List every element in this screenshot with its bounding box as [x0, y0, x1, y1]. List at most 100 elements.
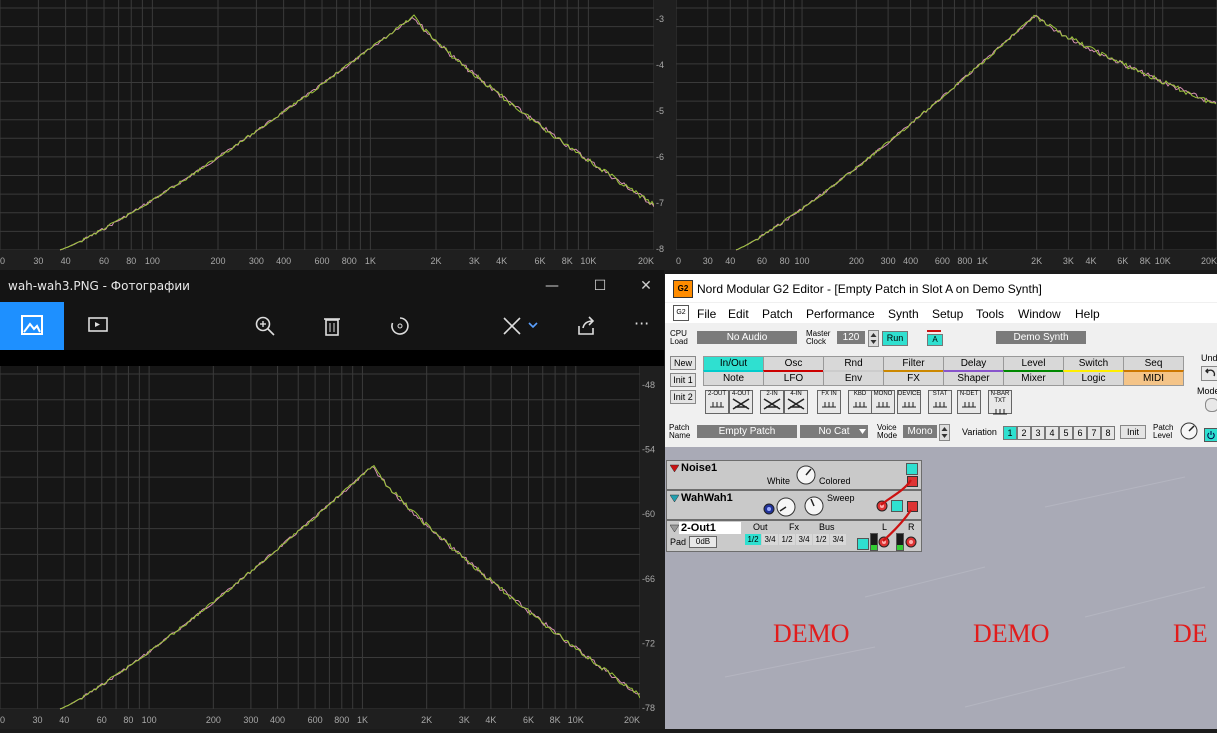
close-button[interactable]: ✕: [636, 276, 656, 296]
module-power-button[interactable]: [891, 500, 903, 512]
module-arrow-icon[interactable]: [670, 524, 679, 533]
clock-stepper[interactable]: [868, 330, 879, 347]
module-button[interactable]: DEVICE: [897, 390, 921, 414]
variation-button[interactable]: 2: [1017, 426, 1031, 440]
clock-value-display[interactable]: 120: [837, 331, 865, 344]
init2-button[interactable]: Init 2: [670, 390, 696, 404]
variation-button[interactable]: 8: [1101, 426, 1115, 440]
patch-canvas[interactable]: Noise1 White Colored WahWah1 Sweep 2-Out…: [665, 447, 1217, 729]
zoom-in-icon[interactable]: [253, 314, 277, 338]
mode-button[interactable]: [1205, 398, 1217, 412]
module-button[interactable]: N-BAR TXT: [988, 390, 1012, 415]
patch-level-label: Patch Level: [1153, 423, 1174, 440]
menu-patch[interactable]: Patch: [762, 307, 793, 321]
destination-button[interactable]: 1/2: [745, 534, 761, 545]
run-button[interactable]: Run: [882, 331, 908, 346]
init-variation-button[interactable]: Init: [1120, 425, 1146, 439]
photos-toolbar: ···: [0, 302, 664, 350]
slideshow-icon[interactable]: [86, 314, 110, 338]
category-tab[interactable]: Mixer: [1003, 370, 1064, 386]
fx-label: Fx: [789, 522, 799, 532]
frequency-tick-label: 2K: [1031, 256, 1042, 266]
destination-button[interactable]: 1/2: [813, 534, 829, 545]
menu-file[interactable]: File: [697, 307, 716, 321]
frequency-tick-label: 600: [314, 256, 329, 266]
more-options-button[interactable]: ···: [634, 314, 649, 333]
minimize-button[interactable]: —: [542, 276, 562, 296]
sweep-input-jack[interactable]: [763, 503, 775, 515]
destination-button[interactable]: 3/4: [830, 534, 846, 545]
module-power-button[interactable]: [906, 463, 918, 475]
patch-level-knob[interactable]: [1179, 421, 1199, 441]
module-button[interactable]: 4-OUT: [729, 390, 753, 414]
g2-system-icon[interactable]: G2: [673, 305, 689, 321]
slot-a-button[interactable]: A: [927, 334, 943, 346]
sweep-mod-knob[interactable]: [775, 496, 797, 518]
variation-button[interactable]: 7: [1087, 426, 1101, 440]
voice-mode-stepper[interactable]: [939, 424, 950, 441]
module-button[interactable]: 4-IN: [784, 390, 808, 414]
frequency-tick-label: 200: [210, 256, 225, 266]
variation-button[interactable]: 6: [1073, 426, 1087, 440]
sweep-knob[interactable]: [803, 495, 825, 517]
category-tab[interactable]: Logic: [1063, 370, 1124, 386]
module-power-button[interactable]: [857, 538, 869, 550]
module-arrow-icon[interactable]: [670, 464, 679, 473]
variation-button[interactable]: 1: [1003, 426, 1017, 440]
delete-icon[interactable]: [320, 314, 344, 338]
view-image-button[interactable]: [0, 302, 64, 350]
edit-draw-icon[interactable]: [500, 314, 524, 338]
new-patch-button[interactable]: New: [670, 356, 696, 370]
patch-power-button[interactable]: [1204, 428, 1217, 442]
menu-edit[interactable]: Edit: [728, 307, 749, 321]
variation-button[interactable]: 5: [1059, 426, 1073, 440]
menu-tools[interactable]: Tools: [976, 307, 1004, 321]
category-tab[interactable]: Note: [703, 370, 764, 386]
category-tab[interactable]: FX: [883, 370, 944, 386]
variation-label: Variation: [962, 427, 997, 437]
init1-button[interactable]: Init 1: [670, 373, 696, 387]
chevron-down-icon[interactable]: [528, 320, 538, 330]
category-tab[interactable]: LFO: [763, 370, 824, 386]
patch-name-display[interactable]: Empty Patch: [697, 425, 797, 438]
category-tab[interactable]: Shaper: [943, 370, 1004, 386]
destination-button[interactable]: 3/4: [796, 534, 812, 545]
module-arrow-icon[interactable]: [670, 494, 679, 503]
pad-selector[interactable]: 0dB: [689, 536, 717, 548]
module-button[interactable]: STAT: [928, 390, 952, 414]
module-button[interactable]: N-DET: [957, 390, 981, 414]
category-tab[interactable]: Env: [823, 370, 884, 386]
variation-button[interactable]: 4: [1045, 426, 1059, 440]
menu-synth[interactable]: Synth: [888, 307, 919, 321]
voice-mode-display[interactable]: Mono: [903, 425, 937, 438]
menu-performance[interactable]: Performance: [806, 307, 875, 321]
module-button[interactable]: FX IN: [817, 390, 841, 414]
module-button[interactable]: 2-IN: [760, 390, 784, 414]
destination-button[interactable]: 1/2: [779, 534, 795, 545]
category-tab[interactable]: MIDI: [1123, 370, 1184, 386]
module-noise1[interactable]: Noise1 White Colored: [666, 460, 922, 490]
share-icon[interactable]: [574, 314, 598, 338]
frequency-tick-label: 300: [249, 256, 264, 266]
output-jack[interactable]: [907, 476, 918, 487]
category-dropdown[interactable]: No Cat: [800, 425, 868, 438]
undo-button[interactable]: [1201, 366, 1217, 381]
module-2-out1[interactable]: 2-Out1 Pad 0dB Out Fx Bus 1/2 3/4 1/2 3/4 1/…: [666, 520, 922, 552]
module-button[interactable]: 2-OUT: [705, 390, 729, 414]
color-knob[interactable]: [795, 464, 817, 486]
module-wahwah1[interactable]: WahWah1 Sweep: [666, 490, 922, 520]
right-input-jack[interactable]: [905, 536, 917, 548]
audio-input-jack[interactable]: [876, 500, 888, 512]
rotate-icon[interactable]: [388, 314, 412, 338]
left-input-jack[interactable]: [878, 536, 890, 548]
module-button[interactable]: KBD: [848, 390, 872, 414]
menu-help[interactable]: Help: [1075, 307, 1100, 321]
menu-window[interactable]: Window: [1018, 307, 1061, 321]
maximize-button[interactable]: ☐: [590, 276, 610, 296]
photo-background: [0, 350, 664, 366]
destination-button[interactable]: 3/4: [762, 534, 778, 545]
module-button[interactable]: MONO: [871, 390, 895, 414]
output-jack[interactable]: [907, 501, 918, 512]
menu-setup[interactable]: Setup: [932, 307, 963, 321]
variation-button[interactable]: 3: [1031, 426, 1045, 440]
